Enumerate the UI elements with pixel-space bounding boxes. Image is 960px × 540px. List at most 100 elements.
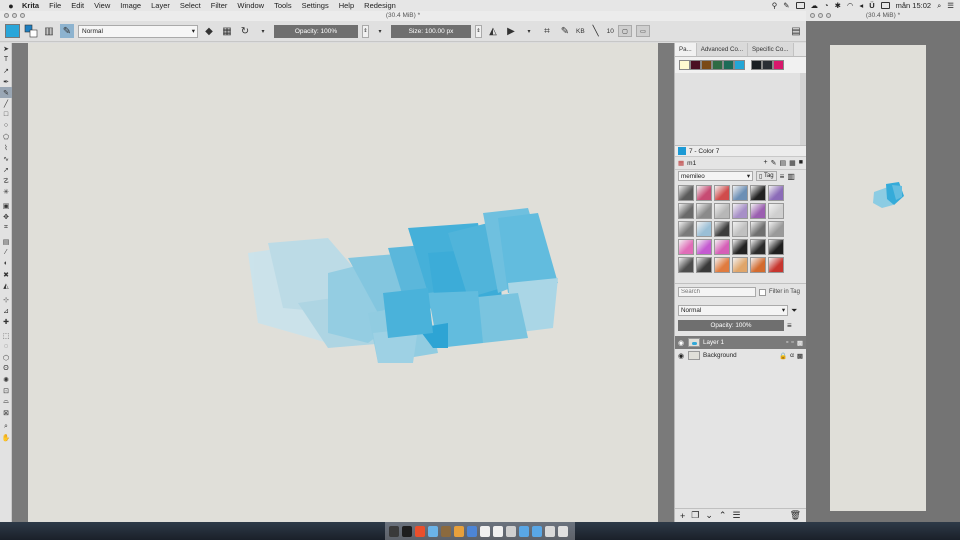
menu-redesign[interactable]: Redesign xyxy=(364,1,396,10)
magnetic-select-tool-icon[interactable]: ⊠ xyxy=(0,407,12,418)
brush-preset-tile[interactable] xyxy=(768,239,784,255)
dock-app-icon[interactable] xyxy=(493,525,503,537)
brush-preset-tile[interactable] xyxy=(732,185,748,201)
layer-row[interactable]: ◉ Background 🔒 α ▩ xyxy=(675,349,806,362)
brush-preset-tile[interactable] xyxy=(768,257,784,273)
brush-preset-tile[interactable] xyxy=(732,239,748,255)
brush-preset-tile[interactable] xyxy=(696,239,712,255)
chevron-down-icon[interactable]: ▾ xyxy=(522,24,536,38)
wifi-icon[interactable]: ◠ xyxy=(847,1,854,10)
menu-select[interactable]: Select xyxy=(180,1,201,10)
brush-preset-tile[interactable] xyxy=(732,257,748,273)
tab-advanced-color[interactable]: Advanced Co... xyxy=(696,43,749,56)
layer-row[interactable]: ◉ Layer 1 ▫ ▫ ▩ xyxy=(675,336,806,349)
palette-swatch[interactable] xyxy=(723,60,734,70)
reload-preset-icon[interactable]: ↻ xyxy=(238,24,252,38)
chevron-down-icon[interactable]: ▾ xyxy=(373,24,387,38)
menu-image[interactable]: Image xyxy=(120,1,141,10)
crop-icon[interactable]: ⌗ xyxy=(540,24,554,38)
menu-file[interactable]: File xyxy=(49,1,61,10)
brush-preset-tile[interactable] xyxy=(768,203,784,219)
brush-preset-tile[interactable] xyxy=(696,203,712,219)
selected-color-row[interactable]: 7 - Color 7 xyxy=(675,146,806,157)
dock-app-icon[interactable] xyxy=(441,525,451,537)
bluetooth-icon[interactable]: ✱ xyxy=(835,1,841,10)
polygon-tool-icon[interactable]: ⬠ xyxy=(0,131,12,142)
menu-filter[interactable]: Filter xyxy=(211,1,228,10)
line-tool-icon[interactable]: ╱ xyxy=(0,98,12,109)
colorize-mask-tool-icon[interactable]: ◐ xyxy=(0,258,12,269)
eraser-icon[interactable]: ◆ xyxy=(202,24,216,38)
ellipse-tool-icon[interactable]: ○ xyxy=(0,120,12,131)
crop-tool-icon[interactable]: ⌗ xyxy=(0,222,12,233)
freehand-path-tool-icon[interactable]: ➚ xyxy=(0,164,12,175)
brush-preset-tile[interactable] xyxy=(732,221,748,237)
delete-layer-icon[interactable]: 🗑 xyxy=(790,510,801,521)
move-tool-icon[interactable]: ✥ xyxy=(0,211,12,222)
tab-palette[interactable]: Pa... xyxy=(675,43,697,56)
brush-preset-tile[interactable] xyxy=(696,257,712,273)
palette-settings-icon[interactable]: ▤ xyxy=(780,159,787,167)
zoom-tool-icon[interactable]: ⌕ xyxy=(0,421,12,432)
visibility-eye-icon[interactable]: ◉ xyxy=(678,339,685,347)
chevron-down-icon[interactable]: ▾ xyxy=(256,24,270,38)
dock-app-icon[interactable] xyxy=(506,525,516,537)
dock-app-icon[interactable] xyxy=(532,525,542,537)
lock-icon[interactable]: 🔒 xyxy=(779,352,787,360)
palette-grid-view-icon[interactable]: ▦ xyxy=(789,159,796,167)
menu-settings[interactable]: Settings xyxy=(302,1,329,10)
reference-images-tool-icon[interactable]: ✚ xyxy=(0,316,12,327)
docker-toggle-icon[interactable]: ▤ xyxy=(789,24,803,38)
canvas-only-button[interactable]: ▭ xyxy=(635,25,650,37)
display-icon[interactable] xyxy=(795,2,805,9)
layer-flag-icon[interactable]: ▫ xyxy=(786,339,788,347)
apple-menu-icon[interactable]: ● xyxy=(0,1,22,11)
inherit-alpha-icon[interactable]: ▩ xyxy=(797,339,803,347)
dock-app-icon[interactable] xyxy=(467,525,477,537)
brush-flow-icon[interactable]: ╲ xyxy=(589,24,603,38)
blend-mode-select[interactable]: Normal ▾ xyxy=(78,24,198,38)
pan-tool-icon[interactable]: ✋ xyxy=(0,432,12,443)
input-language[interactable]: Ü xyxy=(869,1,874,10)
brush-preset-tile[interactable] xyxy=(714,221,730,237)
notification-center-icon[interactable]: ☰ xyxy=(947,1,954,10)
move-layer-up-icon[interactable]: ⌃ xyxy=(719,510,727,521)
calligraphy-tool-icon[interactable]: ✒ xyxy=(0,76,12,87)
brush-preset-tile[interactable] xyxy=(750,203,766,219)
menu-help[interactable]: Help xyxy=(339,1,354,10)
mirror-horizontal-icon[interactable]: ◭ xyxy=(486,24,500,38)
palette-swatch[interactable] xyxy=(762,60,773,70)
color-swap-icon[interactable] xyxy=(24,24,38,38)
layer-properties-icon[interactable]: ☰ xyxy=(732,510,740,521)
battery-icon[interactable] xyxy=(880,2,890,9)
dock-app-icon[interactable] xyxy=(558,525,568,537)
layer-filter-icon[interactable]: ⏷ xyxy=(791,306,797,316)
canvas[interactable] xyxy=(28,43,658,522)
size-spinner[interactable]: ⇕ xyxy=(475,24,482,38)
text-tool-icon[interactable]: T xyxy=(0,54,12,65)
secondary-canvas[interactable] xyxy=(830,45,926,511)
bezier-tool-icon[interactable]: ∿ xyxy=(0,153,12,164)
pattern-swatch[interactable] xyxy=(5,24,20,38)
menu-app-name[interactable]: Krita xyxy=(22,1,39,10)
menu-layer[interactable]: Layer xyxy=(151,1,170,10)
dynamic-brush-tool-icon[interactable]: ☡ xyxy=(0,175,12,186)
duplicate-layer-icon[interactable]: ❐ xyxy=(691,510,699,521)
multibrush-tool-icon[interactable]: ✳ xyxy=(0,186,12,197)
brush-preset-tile[interactable] xyxy=(750,221,766,237)
measure-tool-icon[interactable]: ⊿ xyxy=(0,305,12,316)
menu-tools[interactable]: Tools xyxy=(274,1,292,10)
brush-preset-tile[interactable] xyxy=(714,257,730,273)
palette-swatch[interactable] xyxy=(701,60,712,70)
dock-app-icon[interactable] xyxy=(519,525,529,537)
dock-app-icon[interactable] xyxy=(454,525,464,537)
menu-edit[interactable]: Edit xyxy=(71,1,84,10)
select-shapes-tool-icon[interactable]: ➤ xyxy=(0,43,12,54)
volume-icon[interactable]: ◂ xyxy=(859,1,863,10)
palette-name[interactable]: m1 xyxy=(687,160,696,167)
brush-preset-tile[interactable] xyxy=(696,185,712,201)
polygon-select-tool-icon[interactable]: ⬡ xyxy=(0,352,12,363)
freehand-brush-tool-icon[interactable]: ✎ xyxy=(0,87,12,98)
dock-app-icon[interactable] xyxy=(480,525,490,537)
list-view-icon[interactable]: ≡ xyxy=(780,172,785,181)
